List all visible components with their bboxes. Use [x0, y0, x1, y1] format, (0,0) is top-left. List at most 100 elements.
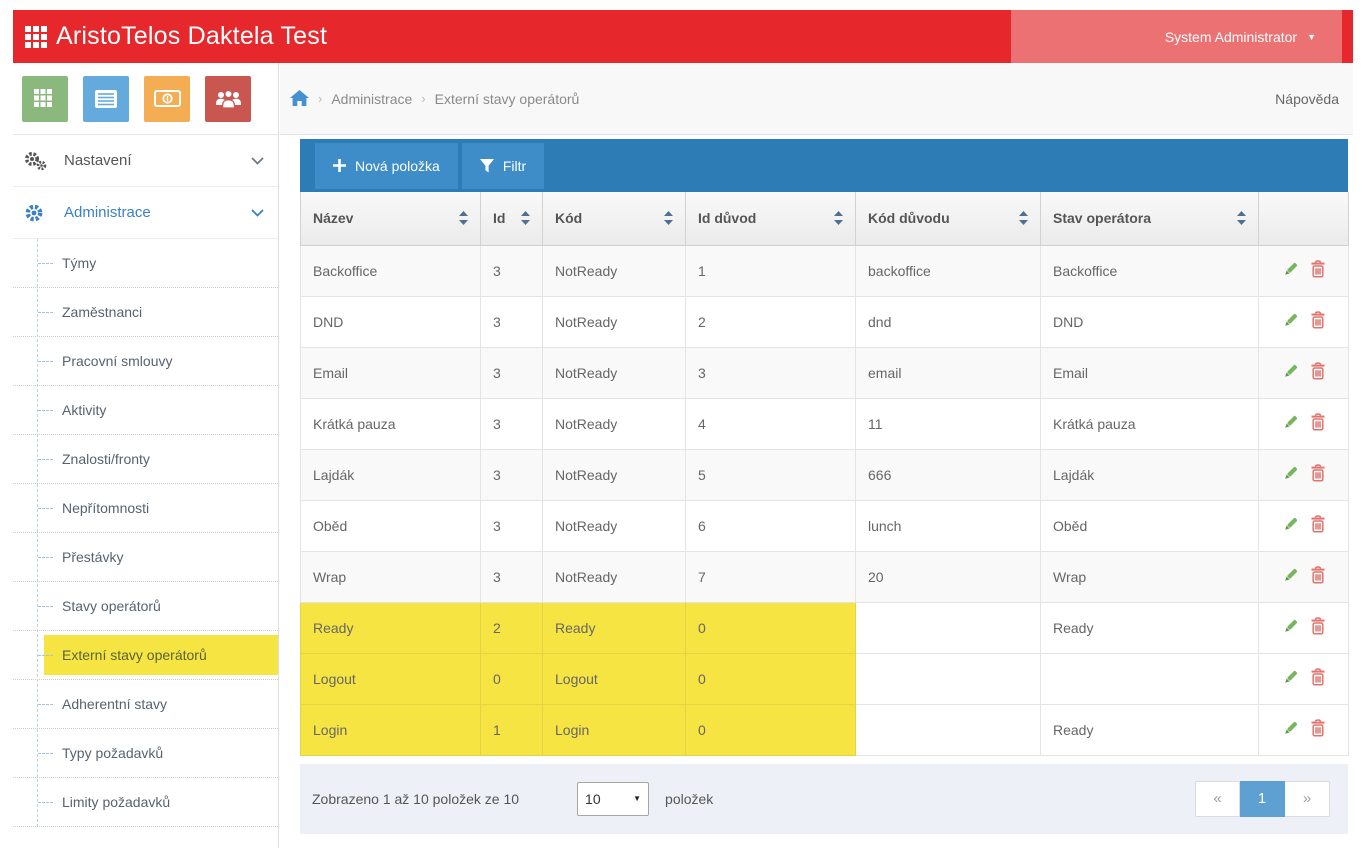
cell-kod-duvodu: lunch [856, 500, 1041, 551]
breadcrumb-page[interactable]: Externí stavy operátorů [435, 91, 580, 107]
people-app-button[interactable] [205, 76, 251, 122]
home-icon[interactable] [290, 90, 309, 107]
cell-id-duvod: 5 [686, 449, 856, 500]
cell-id: 0 [481, 653, 543, 704]
delete-button[interactable] [1310, 362, 1326, 380]
user-name: System Administrator [1165, 29, 1297, 45]
sidebar-item[interactable]: Týmy [13, 239, 278, 288]
pencil-icon [1282, 414, 1299, 431]
edit-button[interactable] [1282, 363, 1299, 380]
column-header-actions [1259, 192, 1349, 245]
filter-button[interactable]: Filtr [462, 143, 544, 189]
sidebar-item[interactable]: Znalosti/fronty [13, 435, 278, 484]
edit-button[interactable] [1282, 618, 1299, 635]
pencil-icon [1282, 618, 1299, 635]
edit-button[interactable] [1282, 414, 1299, 431]
sidebar-item-label: Týmy [62, 255, 96, 271]
cell-kod: NotReady [543, 449, 686, 500]
data-table: Název Id Kód Id důvod Kód důvodu Stav op… [300, 192, 1349, 756]
cell-stav-operatora: Lajdák [1041, 449, 1259, 500]
breadcrumb: › Administrace › Externí stavy operátorů… [280, 63, 1353, 135]
cell-actions [1259, 347, 1349, 398]
sidebar-item[interactable]: Stavy operátorů [13, 582, 278, 631]
delete-button[interactable] [1310, 515, 1326, 533]
cell-id: 3 [481, 245, 543, 296]
sidebar-item[interactable]: Adherentní stavy [13, 680, 278, 729]
cell-kod: NotReady [543, 245, 686, 296]
delete-button[interactable] [1310, 311, 1326, 329]
sidebar-item[interactable]: Aktivity [13, 386, 278, 435]
cell-nazev: Ready [301, 602, 481, 653]
app-grid-icon [25, 26, 47, 48]
column-header-id[interactable]: Id [481, 192, 543, 245]
pagination-info: Zobrazeno 1 až 10 položek ze 10 [312, 791, 519, 807]
sidebar-item[interactable]: Nepřítomnosti [13, 484, 278, 533]
grid-app-button[interactable] [22, 76, 68, 122]
table-body: Backoffice 3 NotReady 1 backoffice Backo… [301, 245, 1349, 755]
column-header-kod[interactable]: Kód [543, 192, 686, 245]
next-page-button[interactable]: » [1285, 781, 1330, 817]
delete-button[interactable] [1310, 260, 1326, 278]
new-item-button[interactable]: Nová položka [315, 143, 458, 189]
table-footer: Zobrazeno 1 až 10 položek ze 10 10 ▼ pol… [300, 764, 1348, 834]
list-app-button[interactable] [83, 76, 129, 122]
sidebar-item[interactable]: Typy požadavků [13, 729, 278, 778]
chevron-down-icon [251, 209, 264, 217]
table-row: DND 3 NotReady 2 dnd DND [301, 296, 1349, 347]
sort-icon [459, 211, 468, 225]
sidebar-item[interactable]: Externí stavy operátorů [13, 631, 278, 680]
sidebar-item[interactable]: Limity požadavků [13, 778, 278, 827]
cell-id: 3 [481, 296, 543, 347]
delete-button[interactable] [1310, 617, 1326, 635]
pencil-icon [1282, 363, 1299, 380]
cell-stav-operatora: Krátká pauza [1041, 398, 1259, 449]
cell-id: 3 [481, 398, 543, 449]
cell-stav-operatora: Oběd [1041, 500, 1259, 551]
sidebar-group-label: Nastavení [64, 152, 132, 169]
edit-button[interactable] [1282, 567, 1299, 584]
sort-icon [521, 211, 530, 225]
edit-button[interactable] [1282, 261, 1299, 278]
breadcrumb-section[interactable]: Administrace [331, 91, 412, 107]
sidebar-item[interactable]: Pracovní smlouvy [13, 337, 278, 386]
pencil-icon [1282, 516, 1299, 533]
edit-button[interactable] [1282, 312, 1299, 329]
edit-button[interactable] [1282, 465, 1299, 482]
cell-kod: NotReady [543, 296, 686, 347]
edit-button[interactable] [1282, 516, 1299, 533]
table-row: Backoffice 3 NotReady 1 backoffice Backo… [301, 245, 1349, 296]
column-header-kod-duvodu[interactable]: Kód důvodu [856, 192, 1041, 245]
caret-down-icon: ▼ [1307, 32, 1316, 42]
sidebar-item-label: Přestávky [62, 549, 123, 565]
column-header-stav-operatora[interactable]: Stav operátora [1041, 192, 1259, 245]
sidebar-item[interactable]: Zaměstnanci [13, 288, 278, 337]
column-header-nazev[interactable]: Název [301, 192, 481, 245]
sidebar-group-nastaveni[interactable]: Nastavení [13, 135, 278, 187]
sidebar-item[interactable]: Přestávky [13, 533, 278, 582]
delete-button[interactable] [1310, 719, 1326, 737]
sidebar-group-administrace[interactable]: Administrace [13, 187, 278, 239]
delete-button[interactable] [1310, 566, 1326, 584]
cell-kod-duvodu: backoffice [856, 245, 1041, 296]
edit-button[interactable] [1282, 720, 1299, 737]
cell-id: 2 [481, 602, 543, 653]
pencil-icon [1282, 669, 1299, 686]
delete-button[interactable] [1310, 668, 1326, 686]
money-app-button[interactable] [144, 76, 190, 122]
column-header-id-duvod[interactable]: Id důvod [686, 192, 856, 245]
page-size-select[interactable]: 10 ▼ [577, 782, 649, 816]
breadcrumb-separator: › [421, 91, 425, 106]
sidebar-item-label: Typy požadavků [62, 745, 163, 761]
delete-button[interactable] [1310, 464, 1326, 482]
grid-icon [33, 88, 58, 109]
cell-kod-duvodu [856, 602, 1041, 653]
cell-nazev: Backoffice [301, 245, 481, 296]
cell-kod-duvodu: 666 [856, 449, 1041, 500]
sidebar-item-label: Stavy operátorů [62, 598, 161, 614]
current-page-button[interactable]: 1 [1240, 781, 1285, 817]
prev-page-button[interactable]: « [1195, 781, 1240, 817]
user-menu[interactable]: System Administrator ▼ [1011, 10, 1342, 63]
delete-button[interactable] [1310, 413, 1326, 431]
help-link[interactable]: Nápověda [1275, 91, 1339, 107]
edit-button[interactable] [1282, 669, 1299, 686]
